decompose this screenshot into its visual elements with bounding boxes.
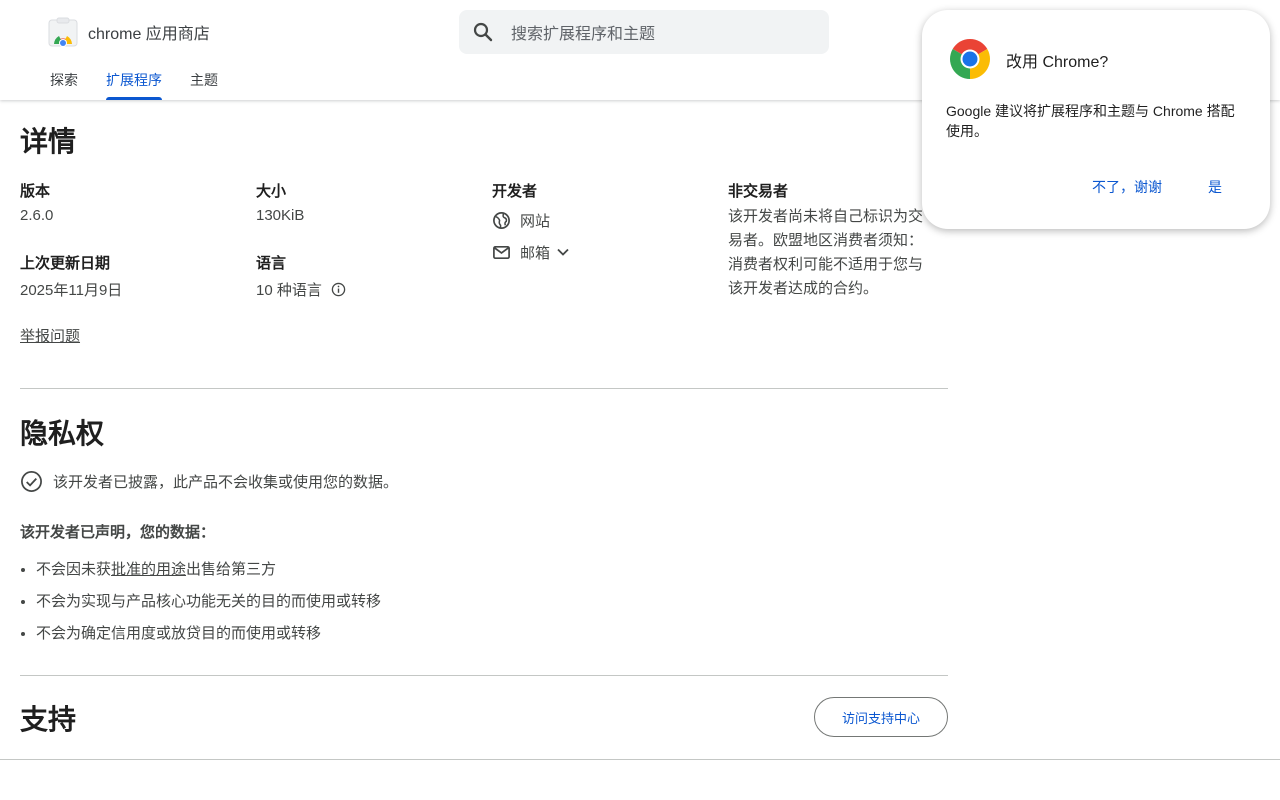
version-block: 版本 2.6.0 [20,180,220,224]
search-icon [471,20,495,44]
dialog-title: 改用 Chrome? [1006,54,1109,71]
section-divider [20,388,948,389]
switch-to-chrome-dialog: 改用 Chrome? Google 建议将扩展程序和主题与 Chrome 搭配使… [922,10,1270,229]
list-item: 不会为确定信用度或放贷目的而使用或转移 [36,623,381,655]
section-divider [20,675,948,676]
privacy-disclosure: 该开发者已披露，此产品不会收集或使用您的数据。 [20,470,398,493]
chrome-web-store-icon [48,17,78,47]
developer-email-toggle[interactable]: 邮箱 [492,239,692,265]
size-block: 大小 130KiB [256,180,456,224]
search-box[interactable]: 搜索扩展程序和主题 [459,10,829,54]
trader-block: 非交易者 该开发者尚未将自己标识为交易者。欧盟地区消费者须知：消费者权利可能不适… [728,180,928,301]
declared-heading: 该开发者已声明，您的数据： [20,524,216,541]
no-thanks-button[interactable]: 不了，谢谢 [1082,173,1172,201]
bullet-text: 不会因未获 [36,561,112,578]
report-issue-link[interactable]: 举报问题 [20,325,80,346]
developer-block: 开发者 网站 邮箱 [492,180,692,265]
dialog-body: Google 建议将扩展程序和主题与 Chrome 搭配使用。 [946,103,1235,139]
list-item: 不会为实现与产品核心功能无关的目的而使用或转移 [36,591,381,623]
info-icon[interactable] [331,282,346,297]
developer-label: 开发者 [492,183,538,200]
trader-notice: 该开发者尚未将自己标识为交易者。欧盟地区消费者须知：消费者权利可能不适用于您与该… [728,208,924,297]
language-block: 语言 10 种语言 [256,252,456,300]
store-name: chrome 应用商店 [88,26,210,43]
chrome-logo-icon [948,37,992,81]
size-label: 大小 [256,183,287,200]
bottom-divider [0,759,1280,760]
website-label: 网站 [520,212,551,230]
mail-icon [493,245,510,259]
updated-block: 上次更新日期 2025年11月9日 [20,252,250,300]
store-logo-link[interactable]: chrome 应用商店 [48,17,210,47]
version-label: 版本 [20,183,51,200]
developer-website-link[interactable]: 网站 [492,207,692,233]
approved-uses-link[interactable]: 批准的用途 [111,561,186,578]
trader-label: 非交易者 [728,183,789,200]
list-item: 不会因未获批准的用途出售给第三方 [36,559,381,591]
check-circle-icon [21,471,42,492]
updated-label: 上次更新日期 [20,255,111,272]
details-heading: 详情 [20,126,77,157]
disclosure-text: 该开发者已披露，此产品不会收集或使用您的数据。 [53,474,399,491]
email-label: 邮箱 [520,244,551,262]
search-input[interactable]: 搜索扩展程序和主题 [511,20,655,44]
visit-support-button[interactable]: 访问支持中心 [814,697,948,737]
tab-extensions[interactable]: 扩展程序 [106,70,162,100]
privacy-heading: 隐私权 [20,418,105,449]
globe-icon [493,211,510,229]
yes-button[interactable]: 是 [1198,173,1232,201]
tab-themes[interactable]: 主题 [190,70,218,100]
tab-explore[interactable]: 探索 [50,70,78,100]
data-usage-list: 不会因未获批准的用途出售给第三方 不会为实现与产品核心功能无关的目的而使用或转移… [36,559,381,655]
support-heading: 支持 [20,704,77,735]
language-label: 语言 [256,255,287,272]
bullet-text: 出售给第三方 [186,561,277,578]
updated-value: 2025年11月9日 [20,282,123,299]
category-tabs: 探索 扩展程序 主题 [50,70,246,100]
version-value: 2.6.0 [20,207,54,224]
language-row: 10 种语言 [256,279,456,300]
size-value: 130KiB [256,207,305,224]
language-value: 10 种语言 [256,282,322,299]
chevron-down-icon [557,248,569,256]
